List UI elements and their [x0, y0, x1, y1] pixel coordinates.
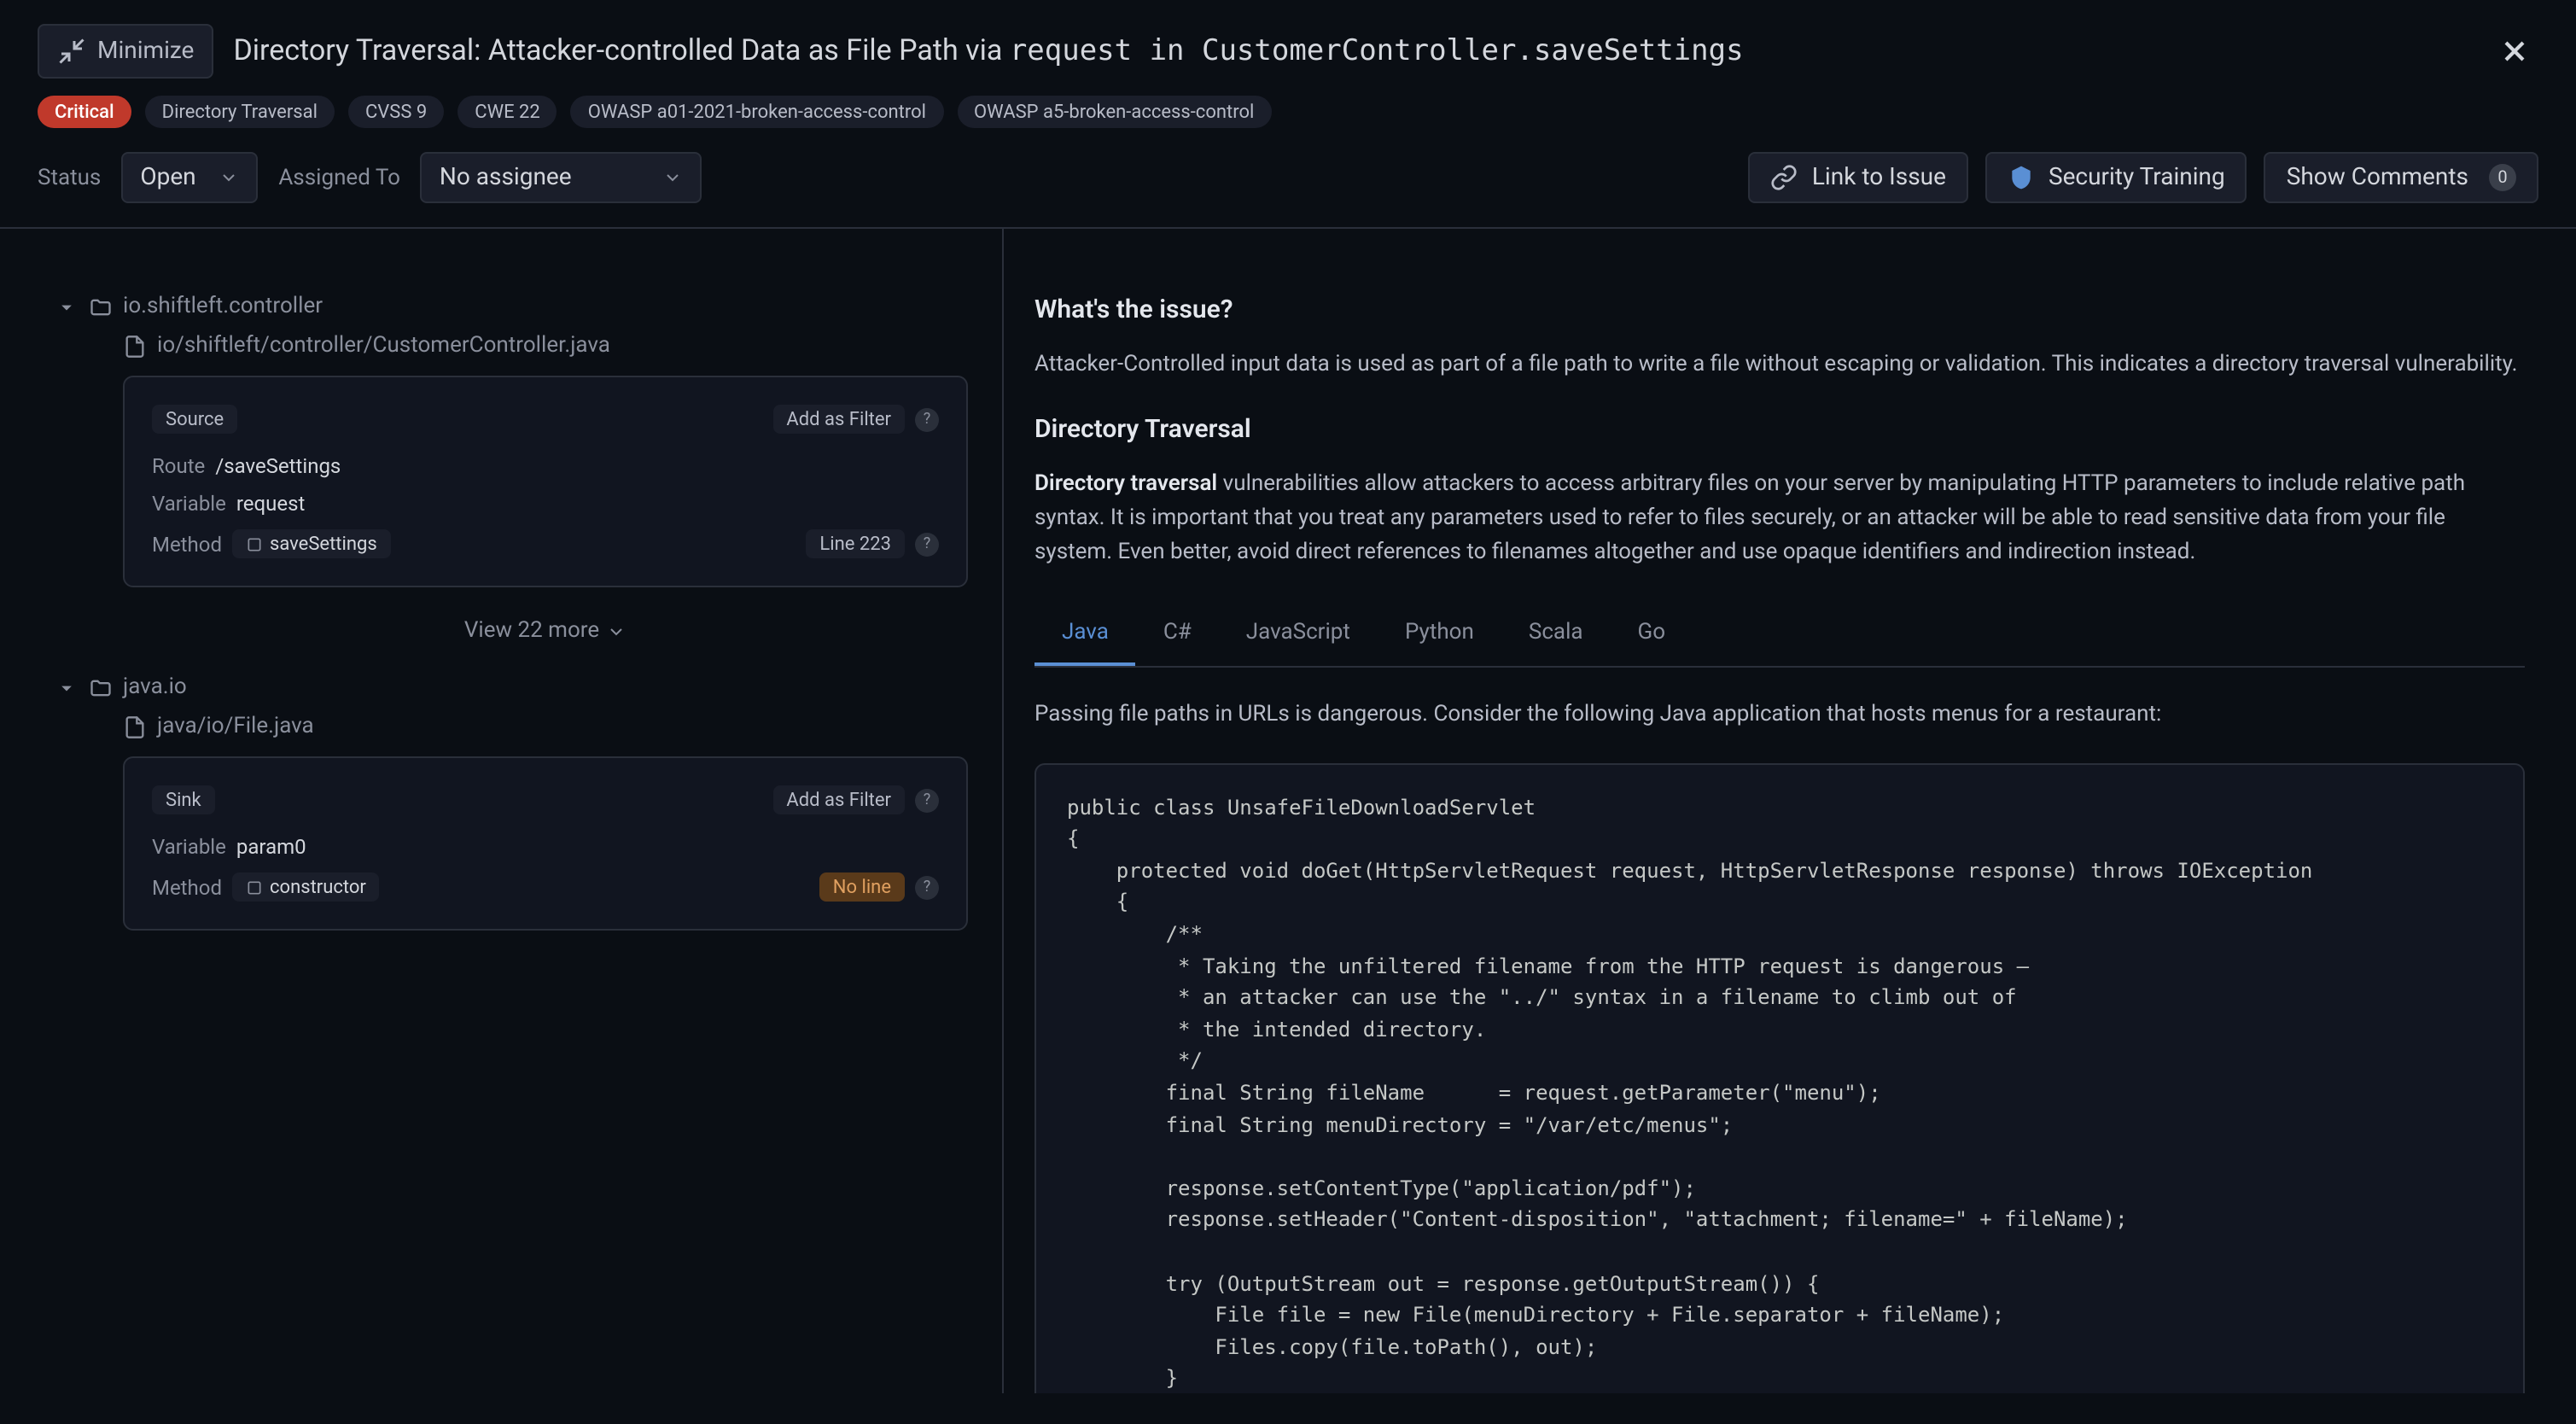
line-pill[interactable]: Line 223	[806, 529, 905, 558]
close-icon	[2497, 34, 2532, 68]
tab-java[interactable]: Java	[1034, 602, 1136, 665]
variable-label: Variable	[152, 835, 226, 859]
add-as-filter-button[interactable]: Add as Filter	[772, 405, 905, 434]
dt-body: Directory traversal vulnerabilities allo…	[1034, 468, 2525, 571]
page-title: Directory Traversal: Attacker-controlled…	[233, 34, 1743, 68]
method-pill[interactable]: saveSettings	[232, 529, 391, 558]
tab-python[interactable]: Python	[1378, 602, 1501, 665]
tag-owasp-2021[interactable]: OWASP a01-2021-broken-access-control	[571, 96, 943, 128]
example-intro: Passing file paths in URLs is dangerous.…	[1034, 697, 2525, 732]
tree-file[interactable]: java/io/File.java	[123, 714, 968, 739]
tag-directory-traversal[interactable]: Directory Traversal	[145, 96, 335, 128]
minimize-label: Minimize	[97, 38, 194, 65]
severity-badge: Critical	[38, 96, 131, 128]
method-value: saveSettings	[270, 533, 377, 555]
file-icon	[123, 715, 147, 738]
file-name: io/shiftleft/controller/CustomerControll…	[157, 333, 610, 359]
security-training-label: Security Training	[2049, 164, 2225, 191]
code-icon	[246, 535, 263, 552]
tag-owasp-a5[interactable]: OWASP a5-broken-access-control	[957, 96, 1271, 128]
status-dropdown[interactable]: Open	[121, 152, 258, 203]
caret-down-icon	[55, 295, 79, 318]
variable-value: param0	[236, 835, 306, 859]
help-icon[interactable]: ?	[915, 532, 939, 556]
view-more-label: View 22 more	[464, 618, 599, 644]
assignee-dropdown[interactable]: No assignee	[421, 152, 702, 203]
title-code: request in CustomerController.saveSettin…	[1010, 34, 1744, 68]
view-more-button[interactable]: View 22 more	[123, 618, 968, 644]
link-to-issue-label: Link to Issue	[1812, 164, 1946, 191]
method-pill[interactable]: constructor	[232, 872, 380, 902]
dt-heading: Directory Traversal	[1034, 413, 2525, 444]
folder-icon	[89, 675, 113, 699]
security-training-button[interactable]: Security Training	[1985, 152, 2247, 203]
sink-pill: Sink	[152, 785, 215, 814]
assignee-value: No assignee	[440, 164, 572, 191]
minimize-button[interactable]: Minimize	[38, 24, 213, 79]
help-icon[interactable]: ?	[915, 875, 939, 899]
source-card: Source Add as Filter ? Route /saveSettin…	[123, 376, 968, 587]
no-line-pill: No line	[819, 872, 905, 902]
method-value: constructor	[270, 876, 366, 898]
issue-heading: What's the issue?	[1034, 294, 2525, 324]
status-value: Open	[140, 164, 195, 191]
method-label: Method	[152, 875, 222, 899]
tag-cvss[interactable]: CVSS 9	[348, 96, 444, 128]
link-icon	[1771, 164, 1798, 191]
folder-name: java.io	[123, 674, 187, 700]
variable-label: Variable	[152, 492, 226, 516]
chevron-down-icon	[663, 167, 684, 188]
dt-body-text: vulnerabilities allow attackers to acces…	[1034, 471, 2465, 566]
status-label: Status	[38, 165, 101, 190]
tree-folder[interactable]: io.shiftleft.controller	[55, 294, 968, 319]
shield-icon	[2008, 164, 2035, 191]
issue-description: Attacker-Controlled input data is used a…	[1034, 348, 2525, 382]
comment-count: 0	[2489, 164, 2516, 191]
assigned-to-label: Assigned To	[278, 165, 400, 190]
help-icon[interactable]: ?	[915, 407, 939, 431]
file-name: java/io/File.java	[157, 714, 314, 739]
close-button[interactable]	[2491, 27, 2538, 75]
folder-name: io.shiftleft.controller	[123, 294, 323, 319]
folder-icon	[89, 295, 113, 318]
method-label: Method	[152, 532, 222, 556]
code-block: public class UnsafeFileDownloadServlet {…	[1034, 762, 2525, 1393]
file-icon	[123, 334, 147, 358]
chevron-down-icon	[219, 167, 239, 188]
tag-cwe[interactable]: CWE 22	[458, 96, 557, 128]
route-value: /saveSettings	[215, 454, 341, 478]
minimize-icon	[56, 36, 87, 67]
tab-scala[interactable]: Scala	[1501, 602, 1611, 665]
tab-javascript[interactable]: JavaScript	[1219, 602, 1378, 665]
tab-csharp[interactable]: C#	[1136, 602, 1219, 665]
tree-folder[interactable]: java.io	[55, 674, 968, 700]
link-to-issue-button[interactable]: Link to Issue	[1749, 152, 1968, 203]
route-label: Route	[152, 454, 205, 478]
show-comments-button[interactable]: Show Comments 0	[2264, 152, 2538, 203]
dt-strong: Directory traversal	[1034, 471, 1217, 497]
add-as-filter-button[interactable]: Add as Filter	[772, 785, 905, 814]
code-icon	[246, 878, 263, 896]
caret-down-icon	[55, 675, 79, 699]
source-pill: Source	[152, 405, 237, 434]
tab-go[interactable]: Go	[1611, 602, 1693, 665]
help-icon[interactable]: ?	[915, 788, 939, 812]
show-comments-label: Show Comments	[2287, 164, 2468, 191]
tree-file[interactable]: io/shiftleft/controller/CustomerControll…	[123, 333, 968, 359]
title-prefix: Directory Traversal: Attacker-controlled…	[233, 34, 1009, 68]
variable-value: request	[236, 492, 306, 516]
chevron-down-icon	[606, 621, 627, 641]
sink-card: Sink Add as Filter ? Variable param0 Met…	[123, 756, 968, 931]
